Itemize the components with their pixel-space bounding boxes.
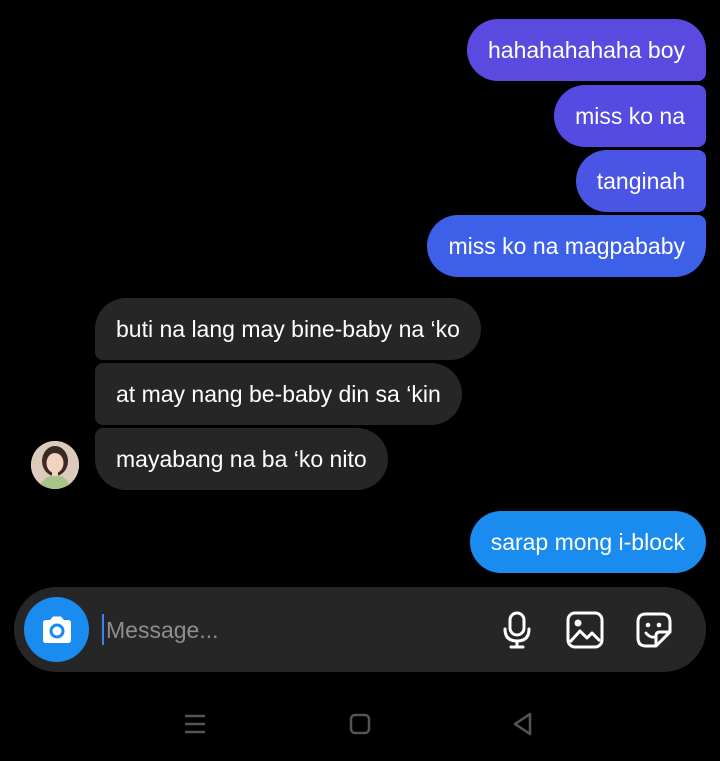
received-message[interactable]: mayabang na ba ‘ko nito — [95, 428, 388, 490]
sticker-icon[interactable] — [634, 610, 674, 650]
received-message[interactable]: buti na lang may bine-baby na ‘ko — [95, 298, 481, 360]
sent-message[interactable]: hahahahahaha boy — [467, 19, 706, 81]
received-message[interactable]: at may nang be-baby din sa ‘kin — [95, 363, 462, 425]
message-text: sarap mong i-block — [490, 528, 685, 555]
sent-message[interactable]: sarap mong i-block — [469, 511, 706, 573]
microphone-icon[interactable] — [497, 610, 537, 650]
gallery-icon[interactable] — [565, 610, 605, 650]
camera-icon — [42, 616, 71, 643]
back-nav-icon[interactable] — [509, 710, 537, 738]
message-text: miss ko na magpababy — [448, 232, 685, 259]
avatar[interactable] — [31, 441, 79, 489]
message-text: mayabang na ba ‘ko nito — [116, 445, 367, 472]
message-text: hahahahahaha boy — [488, 36, 685, 63]
sent-message[interactable]: tanginah — [575, 150, 706, 212]
home-nav-icon[interactable] — [346, 710, 374, 738]
menu-nav-icon[interactable] — [181, 710, 209, 738]
message-text: at may nang be-baby din sa ‘kin — [116, 380, 441, 407]
message-text: tanginah — [596, 167, 685, 194]
message-composer — [14, 587, 706, 672]
sent-message[interactable]: miss ko na — [554, 85, 706, 147]
message-text: buti na lang may bine-baby na ‘ko — [116, 315, 460, 342]
camera-button[interactable] — [24, 597, 89, 662]
avatar-image — [31, 441, 79, 489]
message-text: miss ko na — [575, 102, 685, 129]
sent-message[interactable]: miss ko na magpababy — [427, 215, 706, 277]
message-input[interactable] — [104, 607, 488, 654]
